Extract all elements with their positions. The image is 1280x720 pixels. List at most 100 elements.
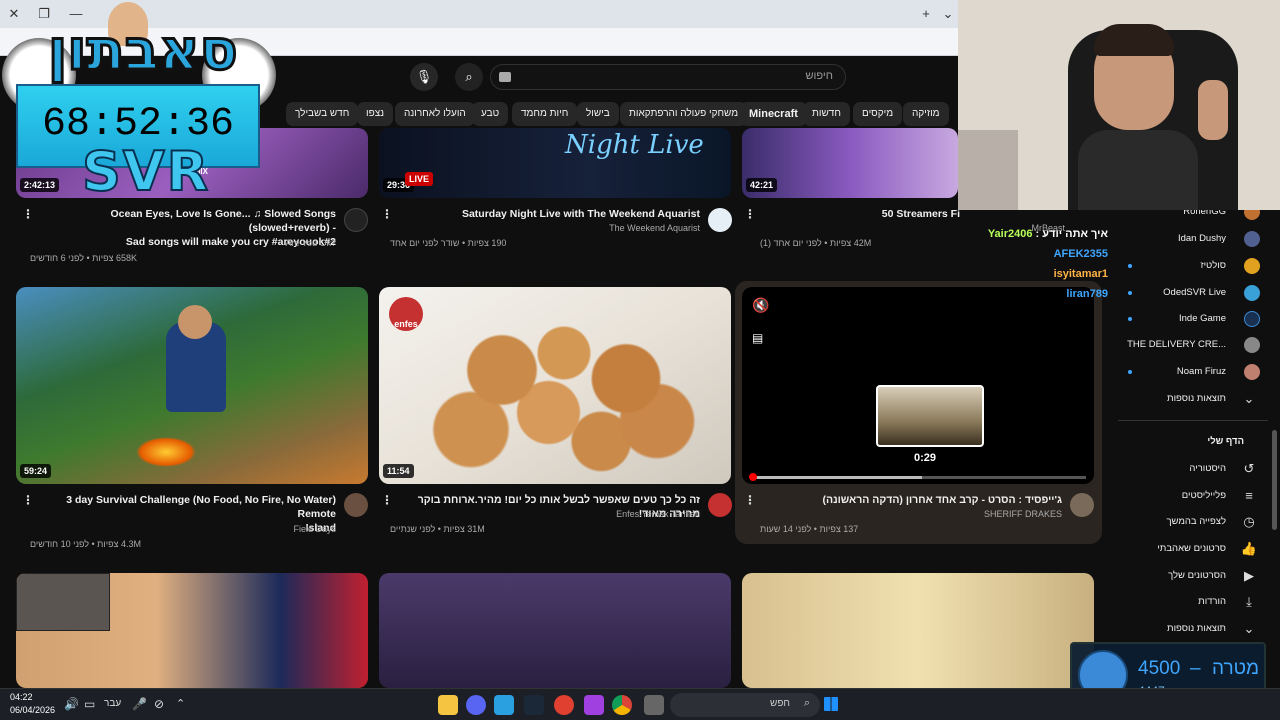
volume-icon[interactable]: 🔊	[64, 697, 79, 711]
chat-message: AFEK2355	[1054, 248, 1108, 260]
obs-icon[interactable]	[584, 695, 604, 715]
channel-avatar[interactable]	[708, 208, 732, 232]
more-options-icon[interactable]: ⋮	[381, 493, 393, 507]
sidebar-section-title: הדף שלי	[1207, 436, 1244, 447]
captions-icon[interactable]: ▤	[752, 331, 763, 345]
chip-recently-uploaded[interactable]: הועלו לאחרונה	[395, 102, 475, 126]
file-explorer-icon[interactable]	[438, 695, 458, 715]
sidebar-item-playlists[interactable]: פלייליסטים ≡	[1116, 484, 1266, 510]
chip-nature[interactable]: טבע	[472, 102, 509, 126]
chip-minecraft[interactable]: Minecraft	[740, 102, 807, 126]
video-preview-player[interactable]: 🔇 ▤ 0:29	[742, 287, 1094, 484]
chip-cooking[interactable]: בישול	[577, 102, 619, 126]
video-duration: 11:54	[383, 464, 414, 478]
more-options-icon[interactable]: ⋮	[381, 207, 393, 221]
more-options-icon[interactable]: ⋮	[744, 493, 756, 507]
channel-avatar	[1244, 364, 1260, 380]
chip-watched[interactable]: נצפו	[357, 102, 394, 126]
chip-action-adventure[interactable]: משחקי פעולה והרפתקאות	[620, 102, 748, 126]
mute-icon[interactable]: 🔇	[752, 297, 769, 314]
more-options-icon[interactable]: ⋮	[22, 493, 34, 507]
voice-search-icon[interactable]: 🎙	[410, 63, 438, 91]
sidebar-divider	[1118, 420, 1268, 421]
chrome-icon[interactable]	[612, 695, 632, 715]
wifi-off-icon[interactable]: ⊘	[154, 697, 164, 711]
video-thumbnail[interactable]	[16, 573, 368, 688]
video-thumbnail[interactable]: 59:24	[16, 287, 368, 484]
video-channel[interactable]: The Weekend Aquarist	[390, 222, 700, 235]
sidebar-item-subscription[interactable]: Inde Game	[1116, 307, 1266, 333]
tab-list-icon[interactable]: ⌄	[938, 6, 958, 22]
streamer-hand	[1198, 80, 1228, 140]
streaming-app-icon[interactable]	[554, 695, 574, 715]
video-thumbnail[interactable]: enfes 11:54	[379, 287, 731, 484]
wall-fixture	[958, 130, 1018, 210]
video-title[interactable]: ג'ייפסיד : הסרט - קרב אחד אחרון (הדקה הר…	[760, 493, 1063, 507]
sidebar-show-more[interactable]: תוצאות נוספות ⌄	[1116, 387, 1266, 413]
video-channel[interactable]: Enfes Yemek Tarifleri	[390, 508, 700, 521]
steam-icon[interactable]	[524, 695, 544, 715]
video-channel[interactable]: Field Days	[30, 523, 336, 536]
progress-handle[interactable]	[749, 473, 757, 481]
video-icon: ▶	[1244, 568, 1254, 583]
sidebar-item-subscription[interactable]: סולטיז	[1116, 254, 1266, 280]
channel-avatar[interactable]	[344, 208, 368, 232]
discord-icon[interactable]	[466, 695, 486, 715]
taskbar-search[interactable]: חפש ⌕	[670, 693, 820, 717]
more-options-icon[interactable]: ⋮	[22, 207, 34, 221]
sidebar-item-subscription[interactable]: Idan Dushy	[1116, 227, 1266, 253]
task-view-icon[interactable]	[644, 695, 664, 715]
network-icon[interactable]: ▭	[84, 697, 95, 711]
sidebar-item-downloads[interactable]: הורדות ⤓	[1116, 590, 1266, 616]
search-input[interactable]: חיפוש	[490, 64, 846, 90]
windows-start-icon[interactable]	[824, 697, 838, 711]
channel-avatar[interactable]	[344, 493, 368, 517]
new-tab-icon[interactable]: +	[916, 6, 936, 21]
sidebar-item-label: היסטוריה	[1189, 463, 1226, 474]
chat-message: liran789	[1066, 288, 1108, 300]
video-channel[interactable]: Are You Ok?	[30, 237, 336, 250]
sidebar-you-header[interactable]: הדף שלי›	[1116, 430, 1266, 456]
search-button[interactable]: ⌕	[455, 63, 483, 91]
sidebar-item-subscription[interactable]: THE DELIVERY CRE...	[1116, 333, 1266, 359]
channel-avatar	[1244, 311, 1260, 327]
video-title[interactable]: 50 Streamers Fi	[760, 207, 960, 221]
video-meta: 190 צפיות • שודר לפני יום אחד	[390, 238, 507, 248]
goal-target: 4500	[1138, 658, 1181, 679]
sidebar-item-history[interactable]: היסטוריה ↺	[1116, 457, 1266, 483]
chip-music[interactable]: מוזיקה	[903, 102, 949, 126]
chip-news[interactable]: חדשות	[803, 102, 850, 126]
sidebar-item-label: תוצאות נוספות	[1167, 623, 1226, 634]
progress-track[interactable]	[752, 476, 1086, 479]
sidebar-scrollbar[interactable]	[1272, 430, 1277, 530]
microphone-icon[interactable]: 🎤	[132, 697, 147, 711]
video-thumbnail[interactable]: Night Live 29:36 LIVE	[379, 128, 731, 198]
sidebar-item-watch-later[interactable]: לצפייה בהמשך ◷	[1116, 510, 1266, 536]
video-duration: 42:21	[746, 178, 778, 192]
sidebar-item-your-videos[interactable]: הסרטונים שלך ▶	[1116, 564, 1266, 590]
sidebar-item-subscription[interactable]: Noam Firuz	[1116, 360, 1266, 386]
sidebar-item-liked[interactable]: סרטונים שאהבתי 👍	[1116, 537, 1266, 563]
taskbar-date[interactable]: 06/04/2026	[10, 705, 55, 715]
sidebar-show-more[interactable]: תוצאות נוספות ⌄	[1116, 617, 1266, 643]
taskbar-time[interactable]: 04:22	[10, 692, 33, 702]
chip-mixes[interactable]: מיקסים	[853, 102, 903, 126]
video-title[interactable]: Saturday Night Live with The Weekend Aqu…	[390, 207, 700, 221]
channel-avatar	[1244, 337, 1260, 353]
video-thumbnail[interactable]: 42:21	[742, 128, 958, 198]
goal-separator: –	[1190, 658, 1201, 679]
keyboard-icon[interactable]	[499, 72, 511, 82]
channel-avatar[interactable]	[1070, 493, 1094, 517]
language-indicator[interactable]: עבר	[104, 698, 121, 709]
chip-pets[interactable]: חיות מחמד	[512, 102, 578, 126]
chevron-up-icon[interactable]: ⌃	[176, 697, 185, 710]
video-thumbnail[interactable]	[742, 573, 1094, 688]
telegram-icon[interactable]	[494, 695, 514, 715]
video-thumbnail[interactable]	[379, 573, 731, 688]
chip-new-for-you[interactable]: חדש בשבילך	[286, 102, 359, 126]
sidebar-item-subscription[interactable]: OdedSVR Live	[1116, 281, 1266, 307]
channel-avatar	[1244, 258, 1260, 274]
video-channel[interactable]: SHERIFF DRAKES	[760, 508, 1062, 521]
more-options-icon[interactable]: ⋮	[744, 207, 756, 221]
channel-avatar[interactable]	[708, 493, 732, 517]
